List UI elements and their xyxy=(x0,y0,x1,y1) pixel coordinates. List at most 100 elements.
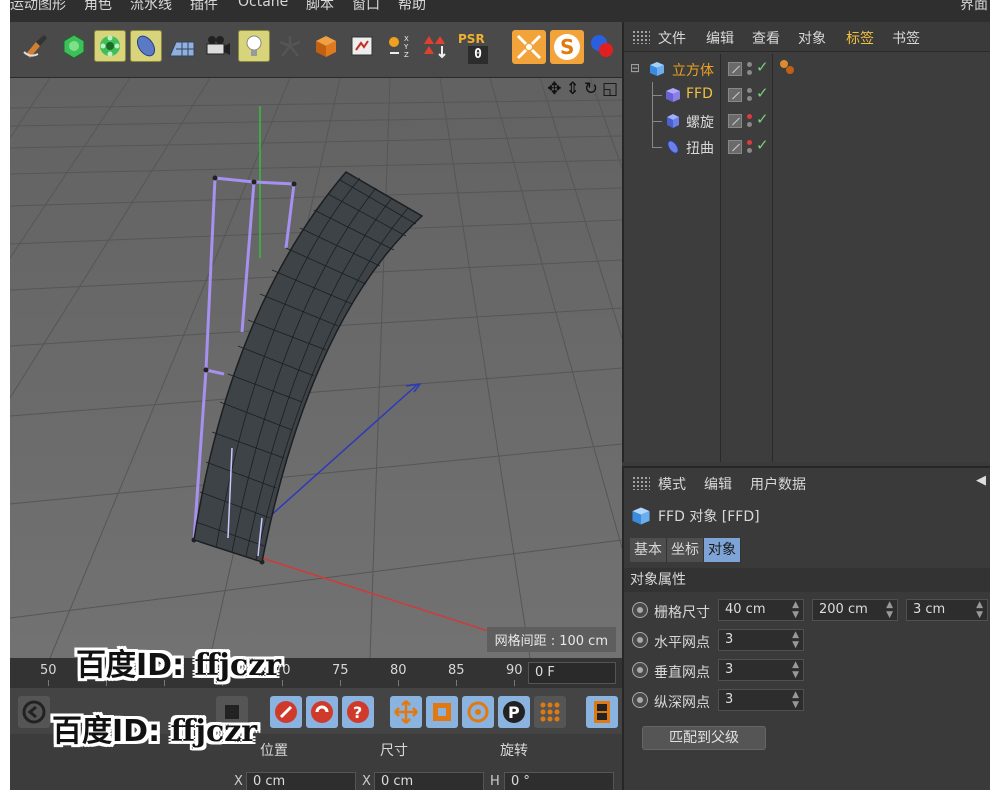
viewport-scene xyxy=(10,78,622,658)
match-to-parent-button[interactable]: 匹配到父级 xyxy=(642,726,766,750)
object-row-ffd[interactable]: FFD ✓ xyxy=(624,82,990,108)
character-icon[interactable] xyxy=(274,30,306,62)
render-toggle[interactable] xyxy=(728,114,742,128)
rotation-h-field[interactable]: 0 ° xyxy=(504,772,614,790)
psr-icon[interactable]: PSR 0 xyxy=(456,32,492,64)
rotate-key-icon[interactable] xyxy=(462,696,494,728)
svg-text:S: S xyxy=(560,35,574,59)
grip-icon[interactable] xyxy=(632,476,650,490)
timeline-tick-label: 85 xyxy=(448,663,465,678)
keyframe-help-icon[interactable]: ? xyxy=(342,696,374,728)
expand-icon[interactable] xyxy=(512,30,546,64)
menu-plugins[interactable]: 插件 xyxy=(190,0,218,14)
grid-spacing-label: 网格间距 : 100 cm xyxy=(486,627,616,652)
render-toggle[interactable] xyxy=(728,140,742,154)
current-frame-field[interactable]: 0 F xyxy=(528,662,616,684)
horizontal-points-row: 水平网点 3 ▲ ▼ xyxy=(624,626,990,656)
menu-character[interactable]: 角色 xyxy=(84,0,112,14)
om-menu-edit[interactable]: 编辑 xyxy=(706,28,734,48)
vertical-points-field[interactable]: 3 ▲ ▼ xyxy=(718,659,804,681)
collapse-icon[interactable]: ⊟ xyxy=(630,61,640,75)
grid-size-y-field[interactable]: 200 cm ▲ ▼ xyxy=(812,599,898,621)
attribute-manager-menu: 模式 编辑 用户数据 ◀ xyxy=(624,468,990,498)
menu-script[interactable]: 脚本 xyxy=(306,0,334,14)
xyz-lock-icon[interactable]: XYZ xyxy=(384,30,416,62)
visibility-dots[interactable] xyxy=(746,113,754,129)
object-name: 扭曲 xyxy=(686,141,714,157)
menu-mograph[interactable]: 运动图形 xyxy=(10,0,66,14)
object-row-bend[interactable]: 扭曲 ✓ xyxy=(624,122,990,160)
tab-coord[interactable]: 坐标 xyxy=(667,538,704,562)
animate-radio[interactable] xyxy=(632,692,648,708)
twist-icon xyxy=(667,114,679,128)
render-toggle[interactable] xyxy=(728,88,742,102)
param-key-icon[interactable]: P xyxy=(498,696,530,728)
back-arrow-icon[interactable]: ◀ xyxy=(976,473,986,488)
light-icon[interactable] xyxy=(238,30,270,62)
move-view-icon[interactable]: ✥ xyxy=(547,79,561,99)
menu-help[interactable]: 帮助 xyxy=(398,0,426,14)
om-menu-bookmarks[interactable]: 书签 xyxy=(892,28,920,48)
size-x-field[interactable]: 0 cm xyxy=(374,772,484,790)
object-row-cube[interactable]: ⊟ 立方体 ✓ xyxy=(624,56,990,82)
point-level-icon[interactable] xyxy=(534,696,566,728)
render-view-icon[interactable] xyxy=(346,30,378,62)
enabled-check-icon[interactable]: ✓ xyxy=(756,136,769,154)
depth-points-field[interactable]: 3 ▲ ▼ xyxy=(718,689,804,711)
phong-tag-icon[interactable] xyxy=(778,58,796,76)
om-menu-view[interactable]: 查看 xyxy=(752,28,780,48)
render-toggle[interactable] xyxy=(728,62,742,76)
enabled-check-icon[interactable]: ✓ xyxy=(756,110,769,128)
svg-text:Y: Y xyxy=(403,43,409,51)
om-menu-objects[interactable]: 对象 xyxy=(798,28,826,48)
coordinate-system-icon[interactable] xyxy=(420,30,452,62)
object-list: ⊟ 立方体 ✓ FFD ✓ 螺旋 ✓ 扭曲 ✓ xyxy=(624,54,990,462)
am-menu-edit[interactable]: 编辑 xyxy=(704,474,732,494)
animate-radio[interactable] xyxy=(632,662,648,678)
scale-key-icon[interactable] xyxy=(426,696,458,728)
object-row-twist[interactable]: 螺旋 ✓ xyxy=(624,96,990,134)
script-s-icon[interactable]: S xyxy=(550,30,584,64)
visibility-dots[interactable] xyxy=(746,139,754,155)
animate-radio[interactable] xyxy=(632,602,648,618)
maximize-view-icon[interactable]: ◱ xyxy=(602,79,618,99)
rotate-view-icon[interactable]: ↻ xyxy=(584,79,598,99)
cloner-icon[interactable] xyxy=(94,30,126,62)
sphere-object-icon[interactable] xyxy=(58,30,90,62)
tab-basic[interactable]: 基本 xyxy=(630,538,667,562)
menu-window[interactable]: 窗口 xyxy=(352,0,380,14)
animate-radio[interactable] xyxy=(632,632,648,648)
am-menu-user-data[interactable]: 用户数据 xyxy=(750,474,806,494)
om-menu-tags[interactable]: 标签 xyxy=(846,28,874,48)
record-icon[interactable] xyxy=(270,696,302,728)
film-icon[interactable] xyxy=(586,696,618,728)
grid-size-z-field[interactable]: 3 cm ▲ ▼ xyxy=(906,599,988,621)
grid-size-x-field[interactable]: 40 cm ▲ ▼ xyxy=(718,599,804,621)
visibility-dots[interactable] xyxy=(746,87,754,103)
menu-pipeline[interactable]: 流水线 xyxy=(130,0,172,14)
enabled-check-icon[interactable]: ✓ xyxy=(756,84,769,102)
material-icon[interactable] xyxy=(586,30,618,62)
enabled-check-icon[interactable]: ✓ xyxy=(756,58,769,76)
vertical-points-label: 垂直网点 xyxy=(654,665,710,681)
floor-icon[interactable] xyxy=(166,30,198,62)
autokey-icon[interactable] xyxy=(306,696,338,728)
brush-icon[interactable] xyxy=(20,30,52,62)
visibility-dots[interactable] xyxy=(746,61,754,77)
grid-size-row: 栅格尺寸 40 cm ▲ ▼ 200 cm ▲ ▼ 3 cm ▲ ▼ xyxy=(624,596,990,626)
zoom-view-icon[interactable]: ⇕ xyxy=(565,79,579,99)
perspective-viewport[interactable]: ✥ ⇕ ↻ ◱ 网格间距 : 100 cm xyxy=(10,78,622,658)
om-menu-file[interactable]: 文件 xyxy=(658,28,686,48)
goto-start-icon[interactable] xyxy=(18,696,50,728)
tab-object[interactable]: 对象 xyxy=(704,538,741,562)
am-menu-mode[interactable]: 模式 xyxy=(658,474,686,494)
move-key-icon[interactable] xyxy=(390,696,422,728)
deformer-icon[interactable] xyxy=(130,30,162,62)
cube-object-icon[interactable] xyxy=(310,30,342,62)
menu-octane[interactable]: Octane xyxy=(238,0,288,10)
position-x-field[interactable]: 0 cm xyxy=(246,772,356,790)
grip-icon[interactable] xyxy=(632,30,650,44)
horizontal-points-field[interactable]: 3 ▲ ▼ xyxy=(718,629,804,651)
menu-layout[interactable]: 界面 xyxy=(960,0,988,14)
camera-icon[interactable] xyxy=(202,30,234,62)
